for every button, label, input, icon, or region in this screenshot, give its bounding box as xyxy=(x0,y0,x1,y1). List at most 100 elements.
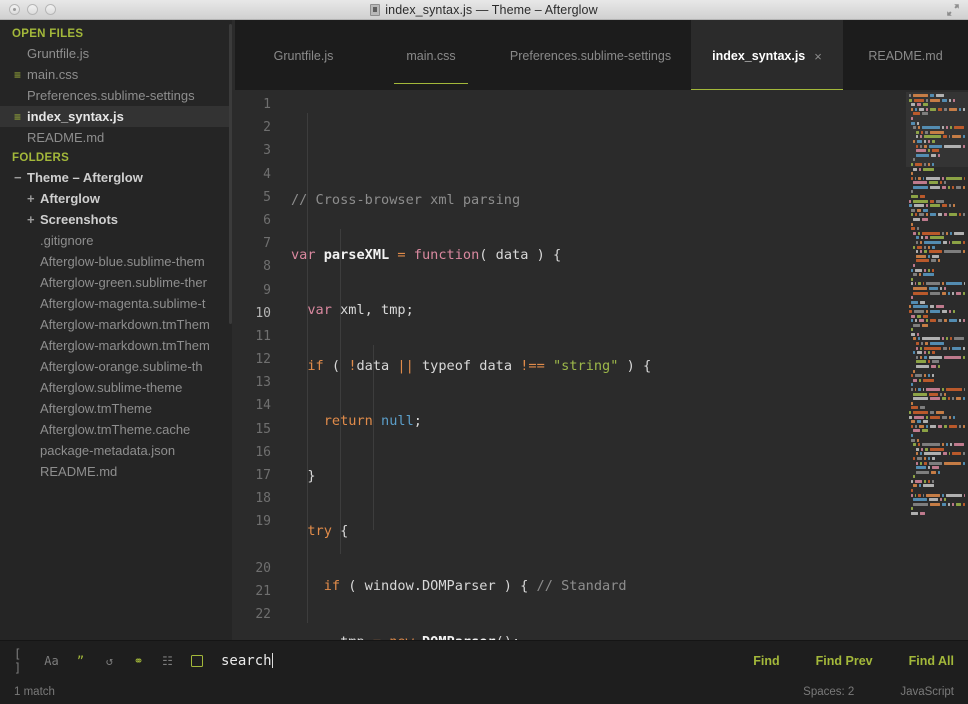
minimap-line xyxy=(909,172,965,175)
minimap-line xyxy=(909,425,965,428)
minimap-line xyxy=(909,333,965,336)
sidebar-open-files-header: OPEN FILES xyxy=(0,24,235,43)
minimap-line xyxy=(909,154,965,157)
minimap-line xyxy=(909,99,965,102)
sidebar-file-afterglow-magenta[interactable]: Afterglow-magenta.sublime-t xyxy=(0,293,235,314)
tab-label: main.css xyxy=(406,49,455,63)
window-controls[interactable] xyxy=(9,4,56,15)
line-number: 8 xyxy=(235,255,271,278)
code-region[interactable]: 1 2 3 4 5 6 7 8 9 10 11 12 13 14 15 16 1… xyxy=(235,90,968,640)
tab-main-css[interactable]: main.css xyxy=(372,20,490,90)
minimap-line xyxy=(909,259,965,262)
in-selection-icon[interactable]: ⚭ xyxy=(130,652,147,669)
search-input[interactable]: search xyxy=(221,653,273,669)
minimap-line xyxy=(909,209,965,212)
preserve-case-icon[interactable] xyxy=(188,652,205,669)
wrap-icon[interactable]: ↺ xyxy=(101,652,118,669)
sidebar-file-afterglow-orange[interactable]: Afterglow-orange.sublime-th xyxy=(0,356,235,377)
sidebar-folder-afterglow[interactable]: + Afterglow xyxy=(0,188,235,209)
tab-label: Preferences.sublime-settings xyxy=(510,49,671,63)
minimap-line xyxy=(909,420,965,423)
code-line-2: var parseXML = function( data ) { xyxy=(291,244,906,267)
find-all-button[interactable]: Find All xyxy=(909,654,954,668)
find-prev-button[interactable]: Find Prev xyxy=(816,654,873,668)
line-number: 4 xyxy=(235,163,271,186)
sidebar-file-afterglow-tmtheme-cache[interactable]: Afterglow.tmTheme.cache xyxy=(0,419,235,440)
minimap-line xyxy=(909,484,965,487)
sidebar-item-label: .gitignore xyxy=(40,233,93,248)
minimap-line xyxy=(909,287,965,290)
line-number: 6 xyxy=(235,209,271,232)
sidebar-file-package-metadata-json[interactable]: package-metadata.json xyxy=(0,440,235,461)
sidebar-item-preferences-sublime-settings[interactable]: Preferences.sublime-settings xyxy=(0,85,235,106)
sidebar-file-afterglow-markdown-2[interactable]: Afterglow-markdown.tmThem xyxy=(0,335,235,356)
minimap-line xyxy=(909,177,965,180)
minimap-line xyxy=(909,351,965,354)
sidebar-item-label: Afterglow xyxy=(40,191,100,206)
sidebar-item-gruntfile-js[interactable]: Gruntfile.js xyxy=(0,43,235,64)
line-number-gutter: 1 2 3 4 5 6 7 8 9 10 11 12 13 14 15 16 1… xyxy=(235,90,281,640)
collapse-twisty-icon[interactable]: − xyxy=(14,170,27,185)
code-minimap[interactable] xyxy=(906,90,968,640)
code-line-4: if ( !data || typeof data !== "string" )… xyxy=(291,355,906,378)
whole-word-icon[interactable]: ” xyxy=(72,652,89,669)
tab-index-syntax-js[interactable]: index_syntax.js × xyxy=(691,20,843,90)
minimap-line xyxy=(909,402,965,405)
sidebar-item-readme-md[interactable]: README.md xyxy=(0,127,235,148)
text-caret xyxy=(272,653,273,668)
sidebar[interactable]: OPEN FILES Gruntfile.js ≡ main.css Prefe… xyxy=(0,20,235,640)
sidebar-file-afterglow-green[interactable]: Afterglow-green.sublime-ther xyxy=(0,272,235,293)
fullscreen-arrows-icon[interactable] xyxy=(946,3,960,17)
minimap-line xyxy=(909,466,965,469)
sidebar-item-index-syntax-js[interactable]: ≡ index_syntax.js xyxy=(0,106,235,127)
minimap-line xyxy=(909,227,965,230)
tab-readme-md[interactable]: README.md xyxy=(843,20,968,90)
sidebar-item-main-css[interactable]: ≡ main.css xyxy=(0,64,235,85)
syntax-mode[interactable]: JavaScript xyxy=(900,686,954,698)
line-number: 5 xyxy=(235,186,271,209)
minimap-line xyxy=(909,241,965,244)
sidebar-folders-list: − Theme – Afterglow + Afterglow + Screen… xyxy=(0,167,235,482)
sidebar-folders-header: FOLDERS xyxy=(0,148,235,167)
tab-preferences-sublime-settings[interactable]: Preferences.sublime-settings xyxy=(490,20,691,90)
close-icon[interactable]: × xyxy=(814,49,822,64)
case-sensitive-icon[interactable]: Aa xyxy=(43,652,60,669)
minimap-line xyxy=(909,434,965,437)
expand-twisty-icon[interactable]: + xyxy=(27,191,40,206)
minimap-line xyxy=(909,315,965,318)
minimap-line xyxy=(909,108,965,111)
minimap-line xyxy=(909,406,965,409)
line-number: 2 xyxy=(235,116,271,139)
sidebar-file-afterglow-sublime-theme[interactable]: Afterglow.sublime-theme xyxy=(0,377,235,398)
sidebar-file-afterglow-blue[interactable]: Afterglow-blue.sublime-them xyxy=(0,251,235,272)
expand-twisty-icon[interactable]: + xyxy=(27,212,40,227)
close-button[interactable] xyxy=(9,4,20,15)
minimap-line xyxy=(909,370,965,373)
zoom-button[interactable] xyxy=(45,4,56,15)
sidebar-folder-theme-afterglow[interactable]: − Theme – Afterglow xyxy=(0,167,235,188)
minimap-line xyxy=(909,360,965,363)
highlight-results-icon[interactable]: ☷ xyxy=(159,652,176,669)
sidebar-file-afterglow-tmtheme[interactable]: Afterglow.tmTheme xyxy=(0,398,235,419)
minimap-line xyxy=(909,278,965,281)
code-line-8: if ( window.DOMParser ) { // Standard xyxy=(291,575,906,598)
sidebar-file-gitignore[interactable]: .gitignore xyxy=(0,230,235,251)
line-number: 9 xyxy=(235,279,271,302)
indent-setting[interactable]: Spaces: 2 xyxy=(803,686,854,698)
sidebar-folder-screenshots[interactable]: + Screenshots xyxy=(0,209,235,230)
minimap-line xyxy=(909,264,965,267)
minimap-line xyxy=(909,255,965,258)
minimize-button[interactable] xyxy=(27,4,38,15)
tab-gruntfile-js[interactable]: Gruntfile.js xyxy=(235,20,372,90)
code-text-area[interactable]: // Cross-browser xml parsing var parseXM… xyxy=(281,90,906,640)
minimap-line xyxy=(909,246,965,249)
minimap-line xyxy=(909,503,965,506)
regex-icon[interactable]: [ ] xyxy=(14,652,31,669)
minimap-line xyxy=(909,200,965,203)
line-number: 15 xyxy=(235,418,271,441)
find-options: [ ] Aa ” ↺ ⚭ ☷ xyxy=(14,652,205,669)
find-button[interactable]: Find xyxy=(753,654,779,668)
tab-bar: Gruntfile.js main.css Preferences.sublim… xyxy=(235,20,968,90)
sidebar-file-readme-md[interactable]: README.md xyxy=(0,461,235,482)
sidebar-file-afterglow-markdown-1[interactable]: Afterglow-markdown.tmThem xyxy=(0,314,235,335)
